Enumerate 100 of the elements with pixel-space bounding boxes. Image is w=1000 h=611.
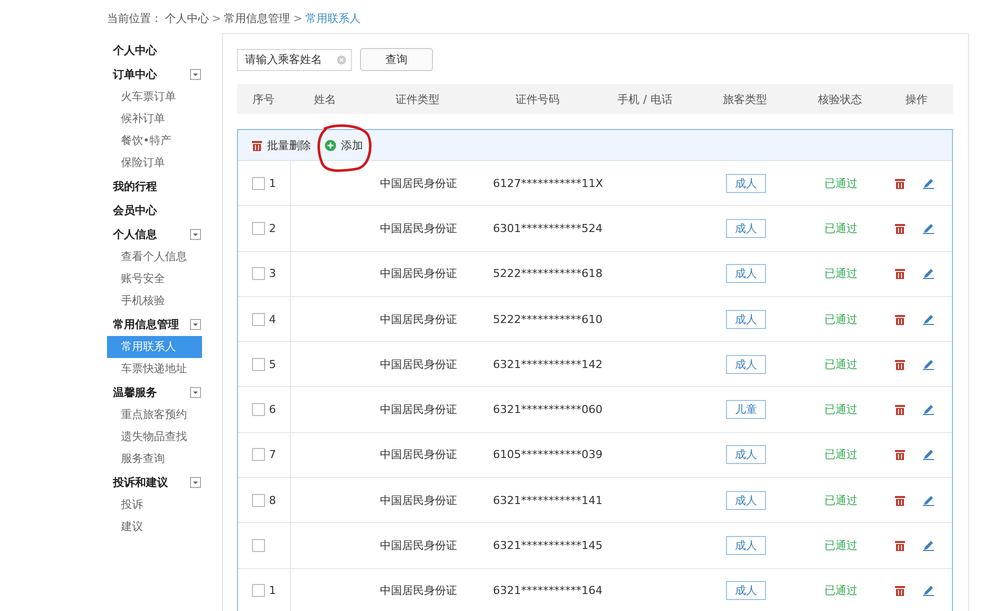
edit-icon[interactable] — [923, 494, 934, 506]
passenger-type-tag: 成人 — [726, 310, 766, 329]
edit-icon[interactable] — [923, 449, 934, 460]
edit-icon[interactable] — [923, 585, 934, 596]
add-button[interactable]: 添加 — [325, 138, 363, 152]
collapse-icon[interactable] — [190, 386, 201, 398]
delete-icon[interactable] — [895, 178, 905, 189]
row-number: 1 — [269, 584, 276, 598]
sidebar-item[interactable]: 常用联系人 — [107, 336, 202, 358]
collapse-icon[interactable] — [190, 318, 201, 330]
passenger-type-tag: 成人 — [726, 354, 766, 374]
delete-icon[interactable] — [895, 314, 905, 325]
verification-status: 已通过 — [824, 312, 858, 327]
row-number: 2 — [269, 222, 276, 235]
column-header: 序号 — [252, 92, 276, 106]
edit-icon[interactable] — [923, 178, 934, 189]
edit-icon[interactable] — [923, 358, 934, 370]
search-field[interactable]: 请输入乘客姓名 — [237, 48, 352, 70]
sidebar-item[interactable]: 候补订单 — [107, 108, 202, 130]
sidebar-item[interactable]: 遗失物品查找 — [107, 426, 202, 448]
row-number: 1 — [269, 176, 276, 190]
breadcrumb-link[interactable]: 常用信息管理 — [224, 10, 290, 26]
passenger-type-tag: 成人 — [726, 581, 766, 600]
id-number: 5222***********610 — [493, 312, 602, 326]
column-header: 操作 — [904, 92, 928, 106]
id-type: 中国居民身份证 — [380, 266, 457, 282]
id-number: 6321***********142 — [493, 358, 602, 371]
breadcrumb-separator: > — [293, 12, 302, 24]
id-type: 中国居民身份证 — [380, 356, 457, 372]
breadcrumb-link[interactable]: 常用联系人 — [305, 10, 360, 26]
trash-icon — [252, 140, 262, 150]
row-checkbox[interactable] — [252, 222, 265, 235]
edit-icon[interactable] — [923, 540, 934, 552]
id-type: 中国居民身份证 — [380, 538, 457, 554]
row-number: 6 — [269, 403, 276, 416]
sidebar-heading[interactable]: 个人信息 — [113, 226, 157, 242]
row-checkbox[interactable] — [252, 584, 265, 598]
sidebar-item[interactable]: 账号安全 — [107, 268, 202, 290]
row-checkbox[interactable] — [252, 403, 265, 416]
sidebar-item[interactable]: 投诉 — [107, 494, 202, 516]
sidebar-item[interactable]: 餐饮•特产 — [107, 130, 202, 152]
row-number: 3 — [269, 267, 276, 280]
sidebar-item[interactable]: 车票快递地址 — [107, 358, 202, 380]
delete-icon[interactable] — [895, 494, 905, 506]
sidebar-heading[interactable]: 投诉和建议 — [113, 474, 168, 490]
column-header: 证件号码 — [514, 92, 560, 106]
verification-status: 已通过 — [824, 176, 858, 191]
sidebar-heading[interactable]: 个人中心 — [113, 42, 157, 58]
row-checkbox[interactable] — [252, 176, 265, 190]
breadcrumb-link[interactable]: 个人中心 — [165, 10, 209, 26]
delete-icon[interactable] — [895, 268, 905, 280]
sidebar-item[interactable]: 查看个人信息 — [107, 246, 202, 268]
id-number: 6321***********141 — [493, 494, 602, 507]
edit-icon[interactable] — [923, 404, 934, 416]
sidebar-heading[interactable]: 温馨服务 — [113, 384, 157, 400]
sidebar-item[interactable]: 火车票订单 — [107, 86, 202, 108]
row-checkbox[interactable] — [252, 312, 265, 326]
verification-status: 已通过 — [824, 447, 858, 462]
sidebar-item[interactable]: 建议 — [107, 516, 202, 538]
column-header: 核验状态 — [817, 92, 863, 106]
collapse-icon[interactable] — [190, 68, 201, 80]
id-type: 中国居民身份证 — [380, 492, 457, 508]
row-checkbox[interactable] — [252, 494, 265, 507]
delete-icon[interactable] — [895, 222, 905, 234]
delete-icon[interactable] — [895, 358, 905, 370]
sidebar-heading[interactable]: 订单中心 — [113, 66, 157, 82]
verification-status: 已通过 — [824, 538, 858, 554]
collapse-icon[interactable] — [190, 228, 201, 240]
column-header: 手机 / 电话 — [616, 92, 674, 106]
verification-status: 已通过 — [824, 583, 858, 598]
id-number: 6301***********524 — [493, 222, 602, 235]
passenger-type-tag: 成人 — [726, 174, 766, 193]
sidebar-heading[interactable]: 我的行程 — [113, 178, 157, 194]
row-checkbox[interactable] — [252, 448, 265, 462]
edit-icon[interactable] — [923, 314, 934, 325]
id-number: 6105***********039 — [493, 448, 602, 462]
sidebar-item[interactable]: 保险订单 — [107, 152, 202, 174]
row-number: 7 — [269, 448, 276, 462]
sidebar-heading[interactable]: 会员中心 — [113, 202, 157, 218]
delete-icon[interactable] — [895, 404, 905, 416]
delete-icon[interactable] — [895, 540, 905, 552]
sidebar-item[interactable]: 服务查询 — [107, 448, 202, 470]
sidebar-item[interactable]: 重点旅客预约 — [107, 404, 202, 426]
edit-icon[interactable] — [923, 222, 934, 234]
id-number: 5222***********618 — [493, 267, 602, 280]
edit-icon[interactable] — [923, 268, 934, 280]
row-number: 4 — [269, 312, 276, 326]
row-checkbox[interactable] — [252, 267, 265, 280]
delete-icon[interactable] — [895, 585, 905, 596]
sidebar-item[interactable]: 手机核验 — [107, 290, 202, 312]
batch-delete-button[interactable]: 批量删除 — [252, 138, 311, 152]
row-checkbox[interactable] — [252, 358, 265, 371]
collapse-icon[interactable] — [190, 476, 201, 488]
query-button[interactable]: 查询 — [360, 48, 433, 71]
row-checkbox[interactable] — [252, 539, 265, 552]
delete-icon[interactable] — [895, 449, 905, 460]
passenger-type-tag: 成人 — [726, 218, 766, 238]
sidebar-heading[interactable]: 常用信息管理 — [113, 316, 179, 332]
id-type: 中国居民身份证 — [380, 176, 457, 191]
column-header: 证件类型 — [394, 92, 440, 106]
